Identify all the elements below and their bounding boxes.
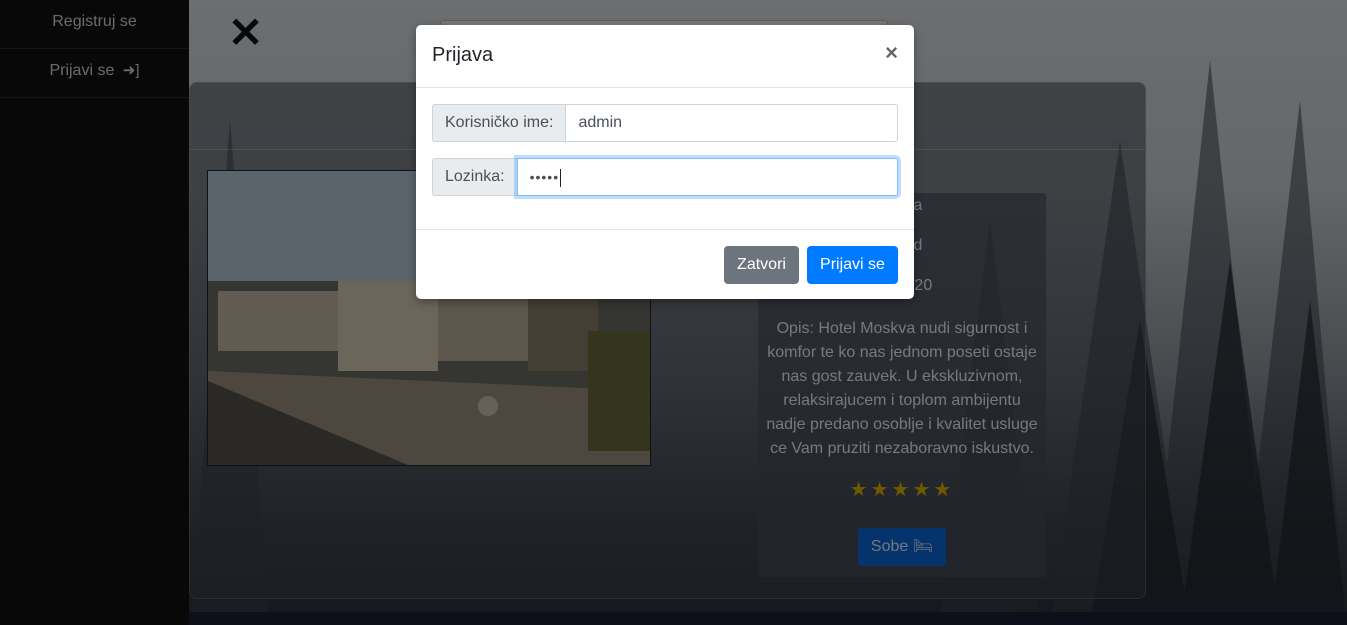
password-label: Lozinka: xyxy=(432,158,517,196)
login-button[interactable]: Prijavi se xyxy=(807,246,898,284)
password-field[interactable]: ••••• xyxy=(516,158,898,196)
username-label: Korisničko ime: xyxy=(432,104,566,142)
modal-footer: Zatvori Prijavi se xyxy=(416,230,914,300)
username-group: Korisničko ime: admin xyxy=(432,104,898,142)
modal-title: Prijava xyxy=(432,44,494,66)
modal-close-icon[interactable]: × xyxy=(885,40,898,66)
password-value: ••••• xyxy=(529,169,560,185)
password-group: Lozinka: ••••• xyxy=(432,158,898,196)
modal-body: Korisničko ime: admin Lozinka: ••••• xyxy=(416,88,914,230)
username-field[interactable]: admin xyxy=(565,104,898,142)
modal-header: Prijava × xyxy=(416,25,914,88)
text-cursor xyxy=(560,168,562,187)
login-modal: Prijava × Korisničko ime: admin Lozinka:… xyxy=(416,25,914,299)
close-button[interactable]: Zatvori xyxy=(724,246,799,284)
